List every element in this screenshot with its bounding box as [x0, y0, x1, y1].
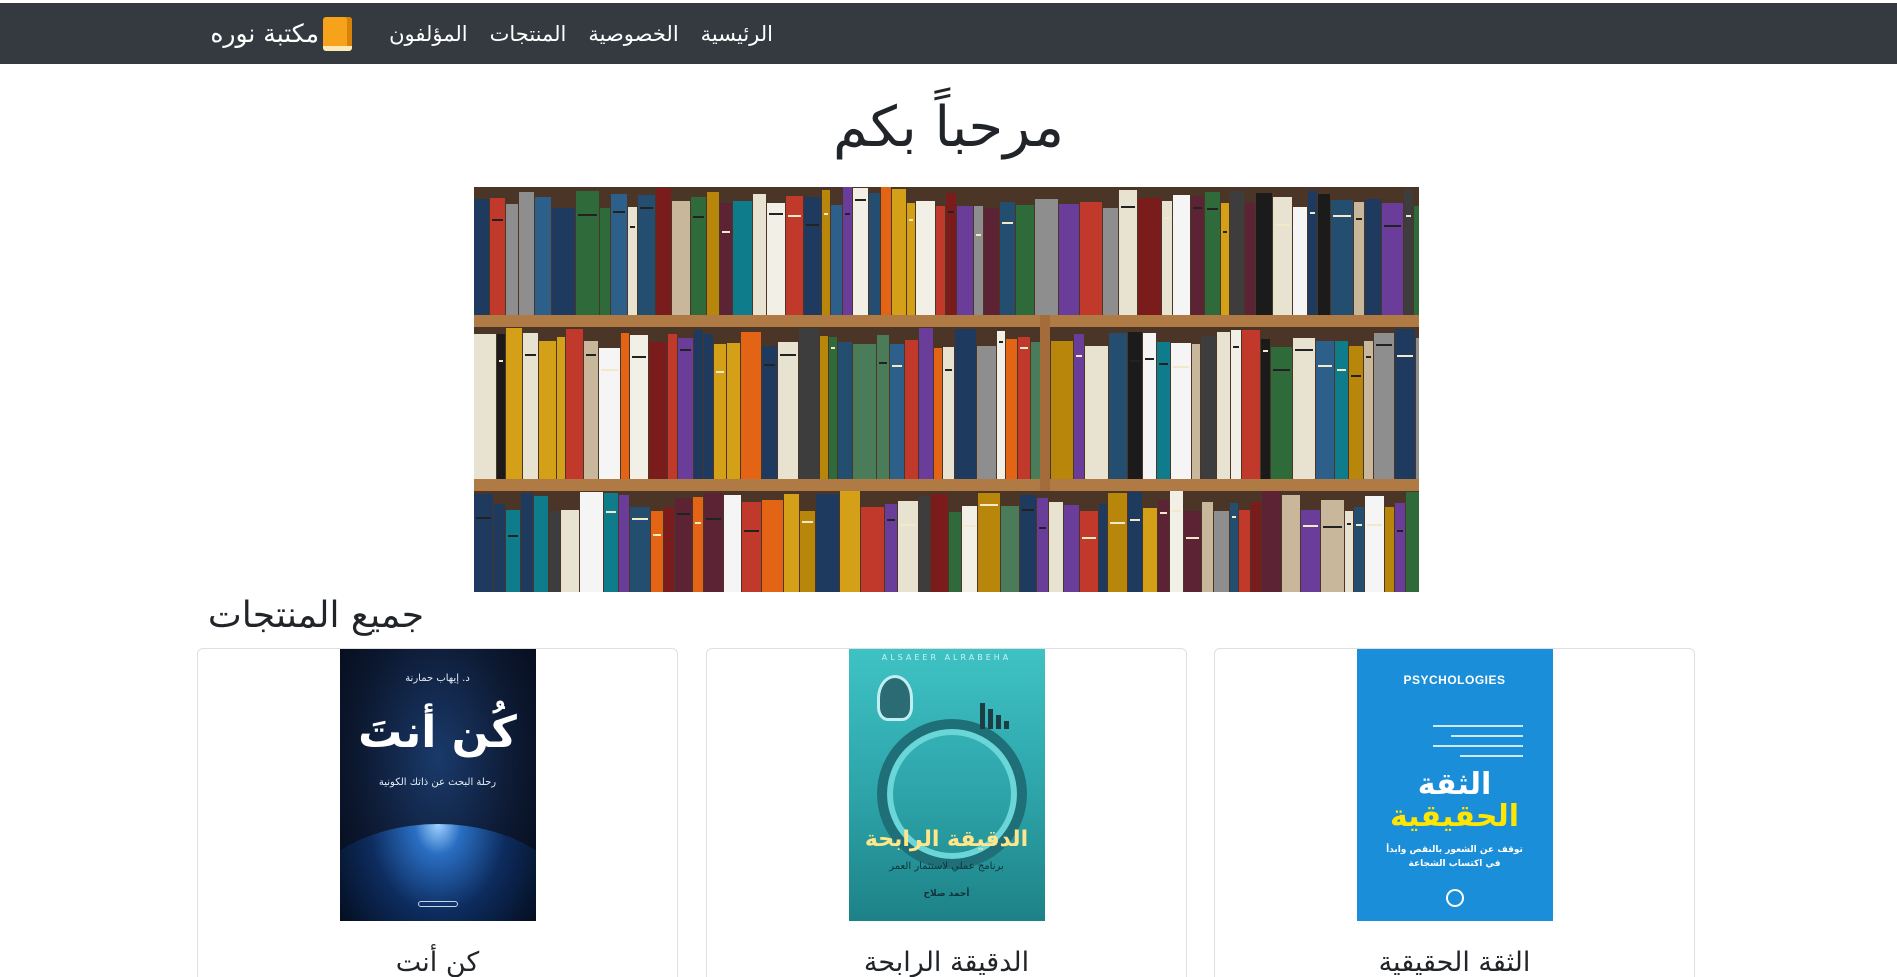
cover-title-line2: الحقيقية	[1389, 799, 1520, 834]
brand-link[interactable]: مكتبة نوره	[210, 3, 352, 64]
cover-author: د. إيهاب حمارنة	[405, 673, 470, 684]
product-card[interactable]: PSYCHOLOGIES الثقة الحقيقية توقف عن الشع…	[1214, 648, 1695, 977]
navbar: مكتبة نوره الرئيسية الخصوصية المنتجات ال…	[0, 3, 1897, 64]
bar-chart-icon	[979, 703, 1009, 729]
cover-subtitle: توقف عن الشعور بالنقص وابدأ في اكتساب ال…	[1386, 845, 1523, 869]
bookshelf-image	[474, 187, 1419, 592]
nav-link-authors[interactable]: المؤلفون	[389, 22, 468, 46]
brand-name: مكتبة نوره	[210, 19, 319, 48]
book-icon	[323, 16, 352, 51]
product-card[interactable]: د. إيهاب حمارنة كُن أنتَ رحلة البحث عن ذ…	[197, 648, 678, 977]
book-cover-image[interactable]: د. إيهاب حمارنة كُن أنتَ رحلة البحث عن ذ…	[339, 649, 536, 921]
publisher-logo-icon	[417, 901, 458, 907]
cover-title-line1: الثقة	[1417, 767, 1492, 802]
cover-author: أحمد صلاح	[923, 889, 970, 899]
nav-link-privacy[interactable]: الخصوصية	[588, 22, 678, 46]
book-cover-image[interactable]: ALSAEER ALRABEHA الدقيقة الرابحة برنامج …	[848, 649, 1045, 921]
hero-title: مرحباً بكم	[832, 95, 1065, 160]
product-title[interactable]: الثقة الحقيقية	[1215, 947, 1694, 977]
book-cover-image[interactable]: PSYCHOLOGIES الثقة الحقيقية توقف عن الشع…	[1356, 649, 1553, 921]
cover-title: الدقيقة الرابحة	[864, 827, 1029, 852]
publisher-logo-icon	[1445, 889, 1464, 907]
nav-link-products[interactable]: المنتجات	[490, 22, 567, 46]
cover-publisher: PSYCHOLOGIES	[1403, 673, 1506, 687]
product-card[interactable]: ALSAEER ALRABEHA الدقيقة الرابحة برنامج …	[706, 648, 1187, 977]
cover-blurb	[1432, 721, 1523, 769]
product-title[interactable]: الدقيقة الرابحة	[707, 947, 1186, 977]
nav-link-home[interactable]: الرئيسية	[701, 22, 773, 46]
cover-subtitle: رحلة البحث عن ذاتك الكونية	[378, 777, 497, 788]
cover-top-text: ALSAEER ALRABEHA	[881, 653, 1012, 662]
products-heading: جميع المنتجات	[207, 595, 424, 636]
cover-subtitle: برنامج عملي لاستثمار العمر	[889, 861, 1004, 872]
product-title[interactable]: كن أنت	[198, 947, 677, 977]
nav-links: الرئيسية الخصوصية المنتجات المؤلفون	[389, 3, 773, 64]
lightbulb-icon	[876, 675, 913, 721]
cover-title: كُن أنتَ	[358, 707, 517, 758]
